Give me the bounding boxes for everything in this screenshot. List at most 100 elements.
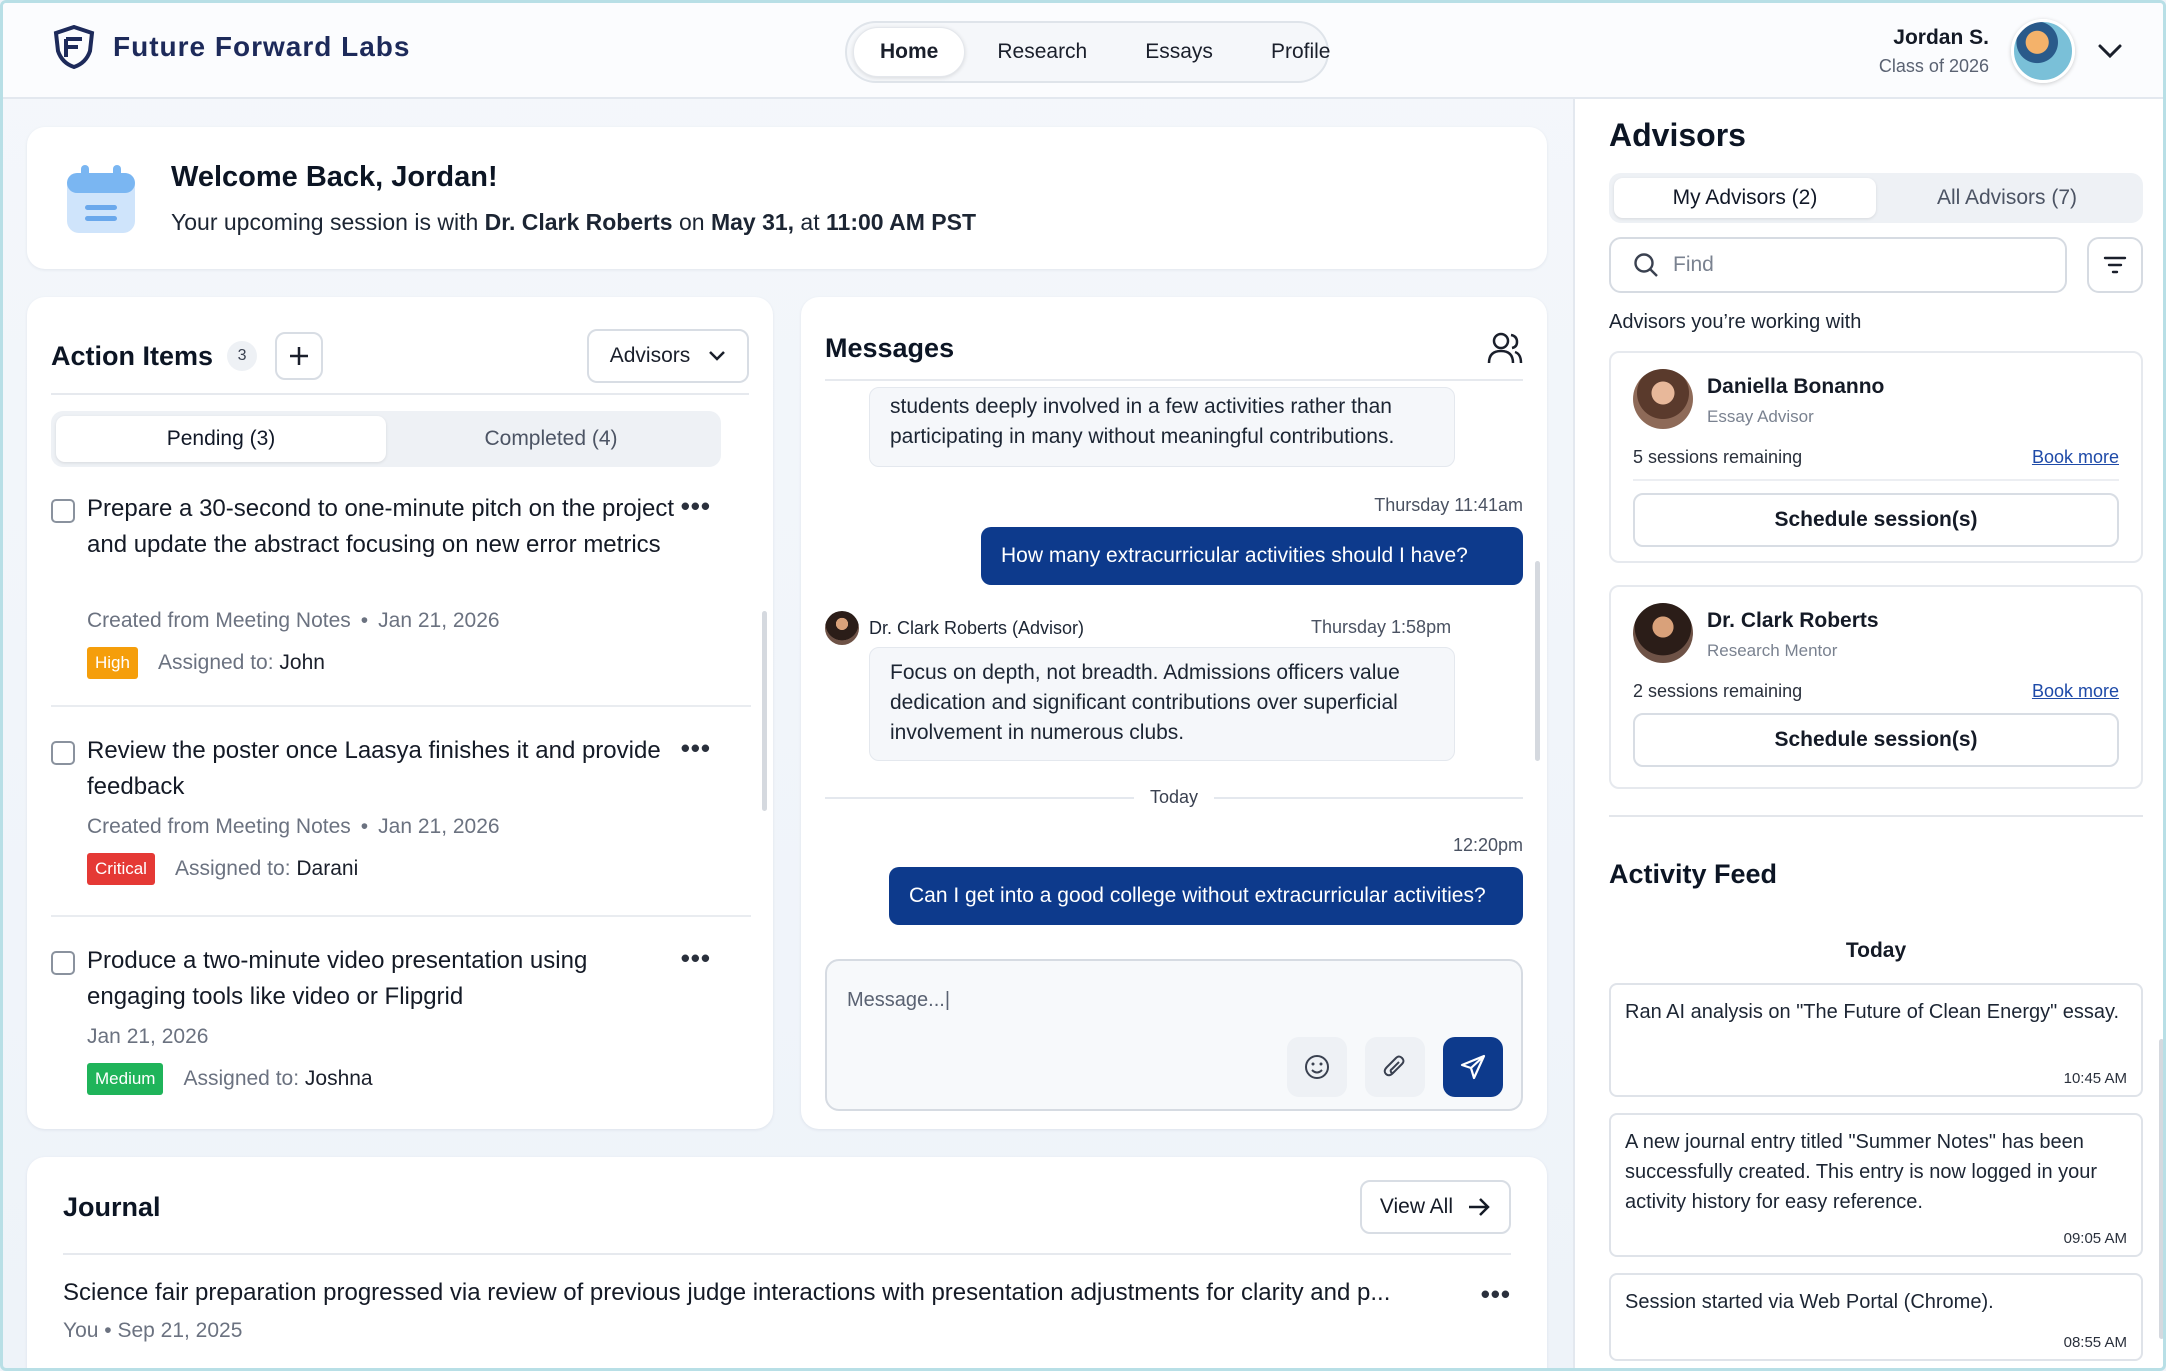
task-checkbox[interactable]: [51, 741, 75, 765]
user-info: Jordan S. Class of 2026: [1879, 26, 1989, 77]
divider: [1633, 479, 2119, 481]
tab-completed[interactable]: Completed (4): [386, 416, 716, 462]
task-tags: High Assigned to: John: [87, 647, 325, 679]
advisors-filter-dropdown[interactable]: Advisors: [587, 329, 749, 383]
smiley-icon: [1305, 1055, 1329, 1079]
sessions-remaining: 2 sessions remaining: [1633, 681, 1803, 701]
journal-entry-text[interactable]: Science fair preparation progressed via …: [63, 1279, 1390, 1307]
journal-title: Journal: [63, 1191, 161, 1222]
nav-research[interactable]: Research: [971, 28, 1113, 76]
more-options-icon[interactable]: •••: [1481, 1279, 1511, 1310]
tab-all-advisors[interactable]: All Advisors (7): [1876, 178, 2138, 218]
separator-line: [825, 796, 1134, 799]
messages-title: Messages: [825, 332, 955, 363]
journal-card: Journal View All Science fair preparatio…: [27, 1157, 1547, 1368]
activity-item: Ran AI analysis on "The Future of Clean …: [1609, 983, 2143, 1097]
more-options-icon[interactable]: •••: [681, 491, 711, 522]
task-title: Produce a two-minute video presentation …: [87, 947, 588, 1010]
activity-text: Session started via Web Portal (Chrome).: [1625, 1291, 1994, 1313]
welcome-prefix: Your upcoming session is with: [171, 209, 485, 235]
schedule-session-button[interactable]: Schedule session(s): [1633, 713, 2119, 767]
advisors-subtitle: Advisors you’re working with: [1609, 311, 1862, 333]
schedule-session-button[interactable]: Schedule session(s): [1633, 493, 2119, 547]
main-nav: Home Research Essays Profile: [845, 21, 1330, 83]
more-options-icon[interactable]: •••: [681, 943, 711, 974]
task-assignee: Assigned to: John: [158, 651, 325, 675]
message-composer[interactable]: Message...|: [825, 959, 1523, 1111]
task-date: Jan 21, 2026: [378, 815, 500, 838]
filter-icon: [2103, 256, 2127, 274]
task-meta: Jan 21, 2026: [87, 1025, 208, 1049]
book-more-link[interactable]: Book more: [2032, 681, 2119, 702]
tab-pending[interactable]: Pending (3): [56, 416, 386, 462]
task-checkbox[interactable]: [51, 951, 75, 975]
book-more-link[interactable]: Book more: [2032, 447, 2119, 468]
advisor-name: Daniella Bonanno: [1707, 375, 1885, 398]
messages-card: Messages students deeply involved in a f…: [801, 297, 1547, 1129]
activity-text: A new journal entry titled "Summer Notes…: [1625, 1131, 2098, 1213]
chevron-down-icon[interactable]: [2097, 43, 2123, 59]
send-icon: [1460, 1054, 1486, 1080]
activity-time: 10:45 AM: [2063, 1070, 2127, 1087]
nav-profile[interactable]: Profile: [1245, 28, 1357, 76]
nav-home[interactable]: Home: [853, 27, 966, 77]
activity-text: Ran AI analysis on "The Future of Clean …: [1625, 1001, 2120, 1023]
users-icon[interactable]: [1487, 331, 1523, 365]
message-bubble-incoming: Focus on depth, not breadth. Admissions …: [869, 647, 1455, 761]
filter-button[interactable]: [2087, 237, 2143, 293]
scrollbar[interactable]: [2159, 1039, 2163, 1339]
brand-name: Future Forward Labs: [113, 31, 411, 62]
message-timestamp: Thursday 11:41am: [1374, 495, 1523, 515]
view-all-button[interactable]: View All: [1359, 1180, 1511, 1234]
assign-label: Assigned to:: [157, 651, 274, 674]
welcome-at: at: [794, 209, 827, 235]
message-input[interactable]: Message...|: [847, 989, 950, 1012]
welcome-title: Welcome Back, Jordan!: [171, 161, 498, 193]
user-avatar[interactable]: [2011, 19, 2075, 83]
activity-feed-title: Activity Feed: [1609, 859, 1778, 889]
sender-name: Dr. Clark Roberts (Advisor): [869, 617, 1085, 638]
chevron-down-icon: [709, 351, 726, 361]
send-button[interactable]: [1443, 1037, 1503, 1097]
message-timestamp: 12:20pm: [1452, 835, 1523, 855]
add-action-button[interactable]: [275, 332, 324, 380]
journal-header: Journal View All: [63, 1177, 1511, 1237]
advisor-avatar: [825, 611, 859, 645]
assignee-name: Darani: [296, 857, 359, 880]
advisor-avatar: [1633, 603, 1693, 663]
divider: [1609, 815, 2143, 817]
emoji-button[interactable]: [1287, 1037, 1347, 1097]
brand-logo[interactable]: Future Forward Labs: [53, 25, 410, 69]
action-items-title: Action Items: [51, 340, 214, 371]
divider: [63, 1253, 1511, 1255]
upcoming-time: 11:00 AM PST: [826, 209, 976, 235]
feed-day-label: Today: [1845, 939, 1907, 962]
task-title: Review the poster once Laasya finishes i…: [87, 737, 661, 800]
action-item: Produce a two-minute video presentation …: [51, 943, 751, 1113]
scrollbar[interactable]: [1535, 561, 1540, 761]
advisor-search[interactable]: Find: [1609, 237, 2067, 293]
task-checkbox[interactable]: [51, 499, 75, 523]
search-icon: [1634, 253, 1658, 277]
task-assignee: Assigned to: Darani: [175, 857, 358, 881]
paperclip-icon: [1383, 1055, 1405, 1077]
meta-dot: •: [360, 815, 369, 838]
task-source: Created from Meeting Notes: [87, 815, 351, 838]
top-header: Future Forward Labs Home Research Essays…: [3, 3, 2163, 99]
upcoming-advisor: Dr. Clark Roberts: [484, 209, 673, 235]
scrollbar[interactable]: [762, 611, 767, 811]
welcome-subtitle: Your upcoming session is with Dr. Clark …: [171, 209, 976, 236]
user-menu[interactable]: Jordan S. Class of 2026: [1879, 19, 2123, 83]
action-items-card: Action Items 3 Advisors Pending (3) Comp…: [27, 297, 773, 1129]
attach-button[interactable]: [1365, 1037, 1425, 1097]
app-frame: Future Forward Labs Home Research Essays…: [0, 0, 2166, 1371]
priority-badge: High: [87, 647, 138, 679]
more-options-icon[interactable]: •••: [681, 733, 711, 764]
task-meta: Created from Meeting Notes • Jan 21, 2026: [87, 609, 500, 633]
assignee-name: Joshna: [304, 1067, 373, 1090]
tab-my-advisors[interactable]: My Advisors (2): [1614, 178, 1876, 218]
date-separator: Today: [825, 787, 1524, 808]
advisor-role: Research Mentor: [1707, 641, 1838, 660]
search-input[interactable]: Find: [1673, 253, 1714, 277]
nav-essays[interactable]: Essays: [1119, 28, 1239, 76]
